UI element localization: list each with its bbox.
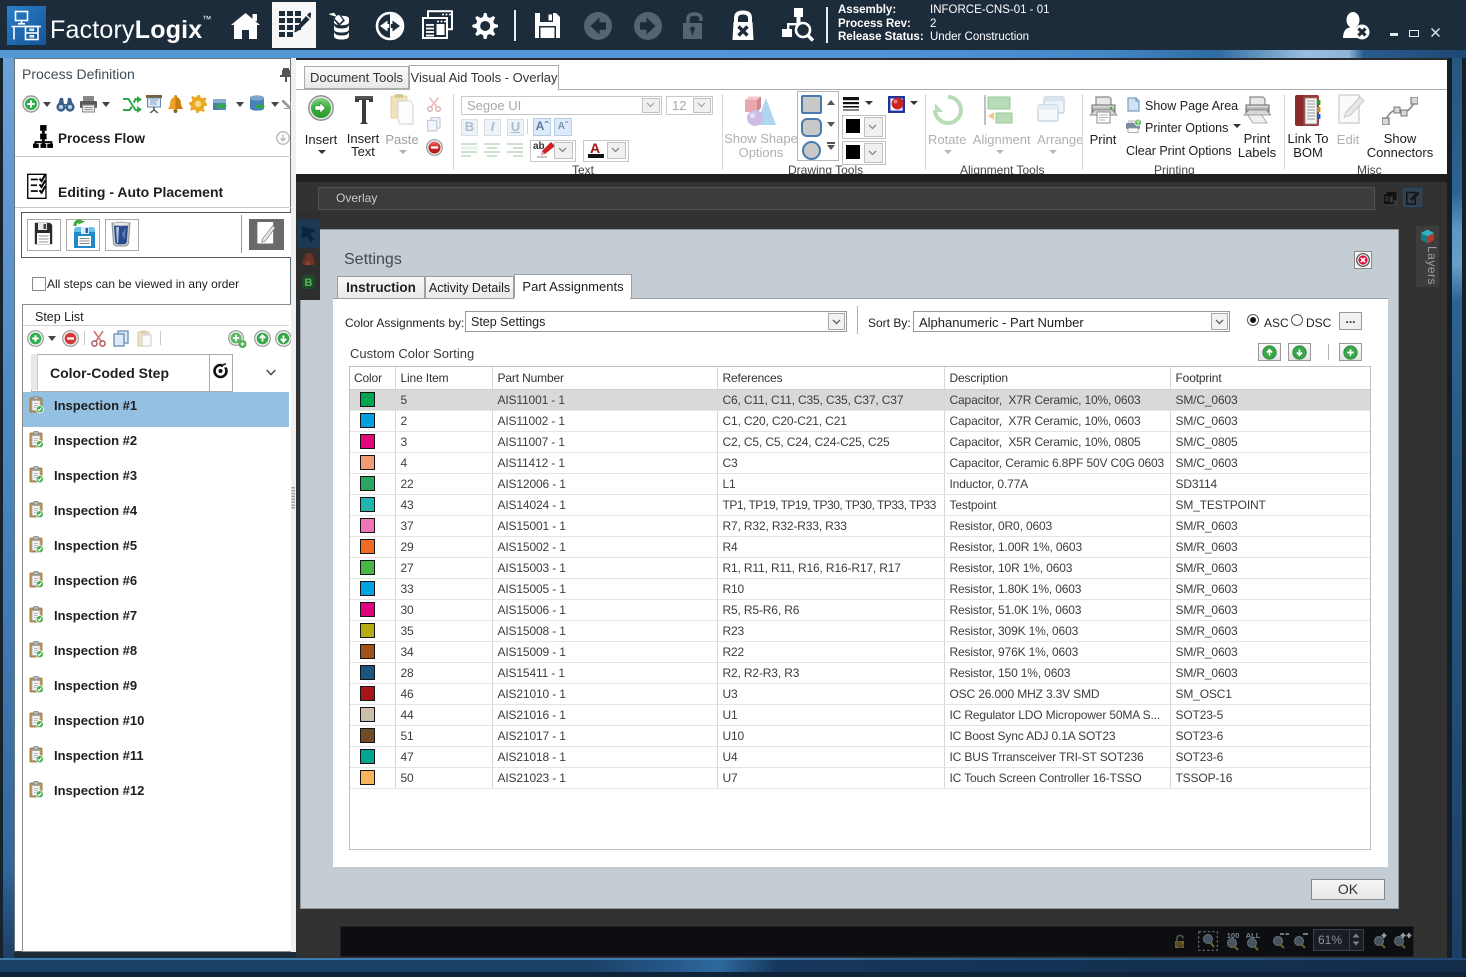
svg-text:B: B [305, 277, 313, 289]
svg-text:?: ? [1136, 121, 1140, 127]
